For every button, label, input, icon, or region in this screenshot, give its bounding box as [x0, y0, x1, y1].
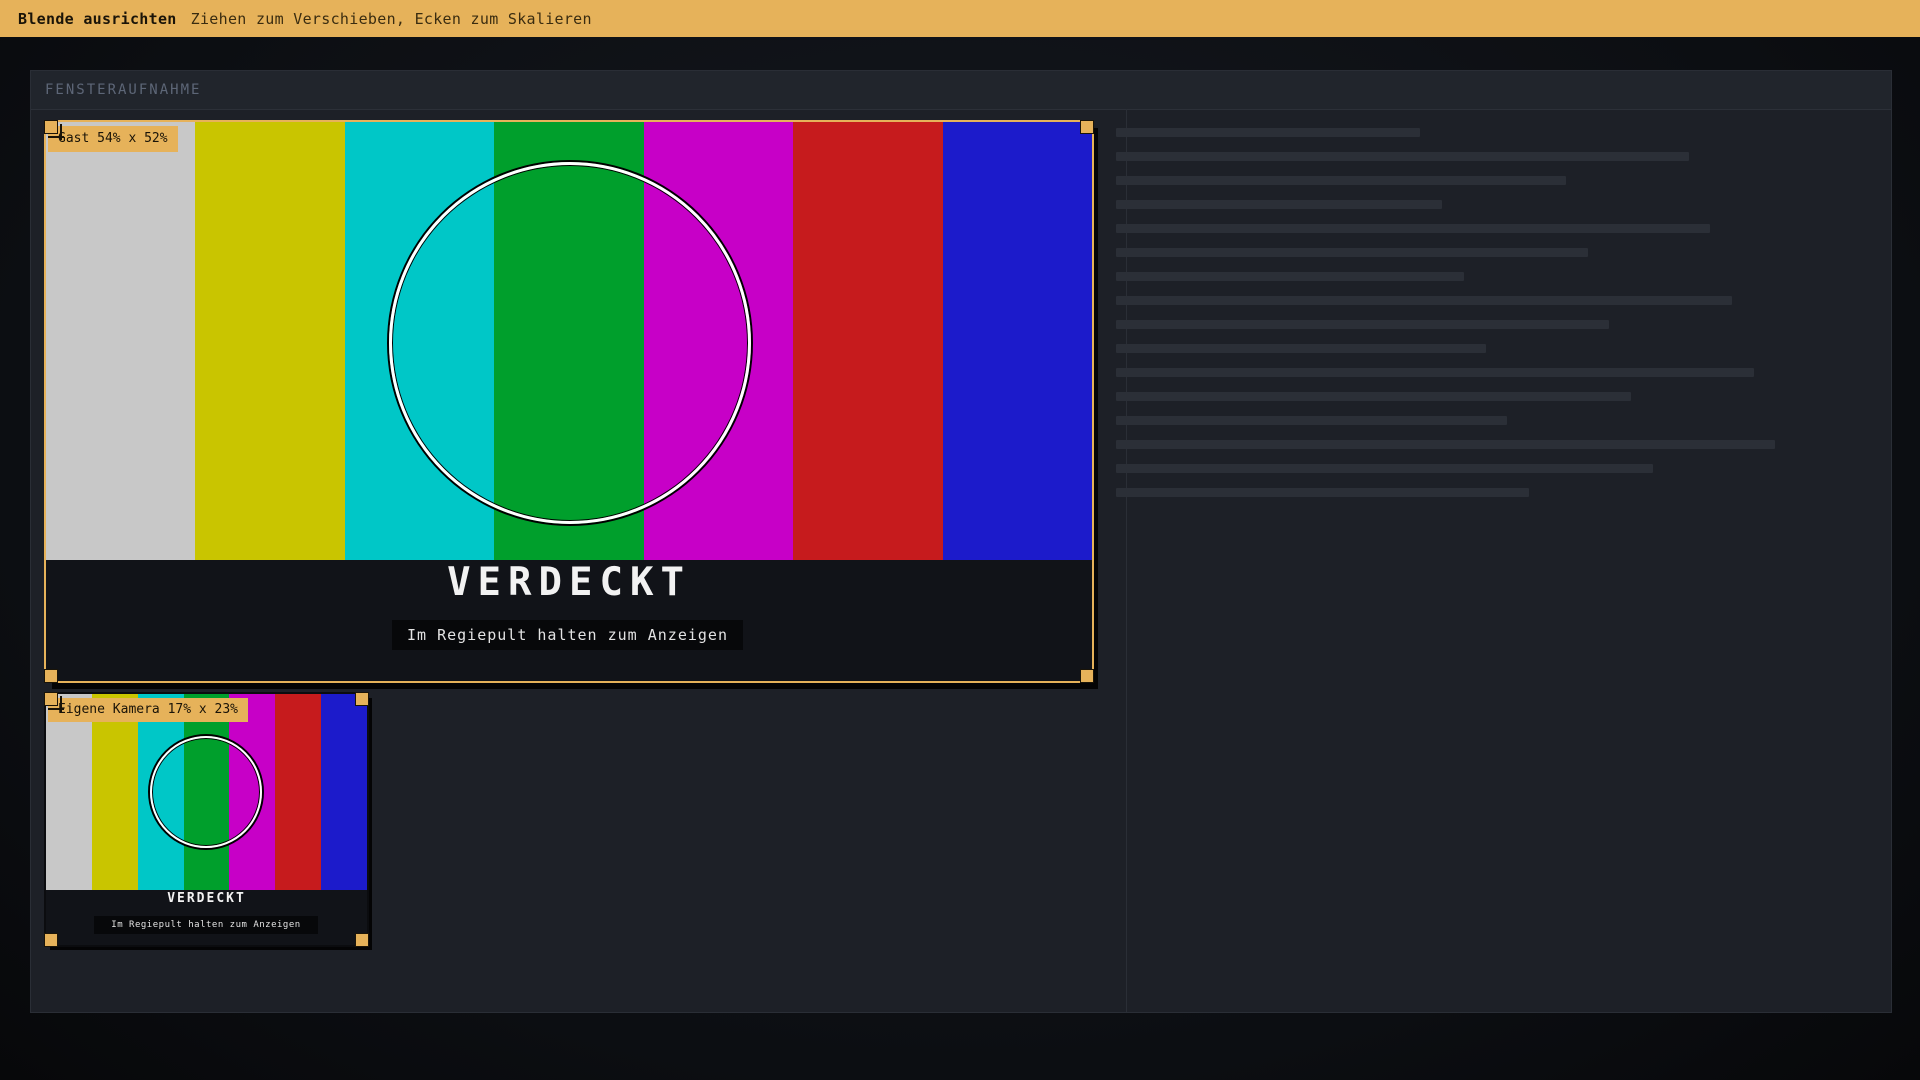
placeholder-line	[1116, 368, 1754, 377]
resize-handle-icon[interactable]	[355, 692, 369, 706]
resize-handle-icon[interactable]	[1080, 120, 1094, 134]
guest-cover: VERDECKT Im Regiepult halten zum Anzeige…	[46, 560, 1092, 681]
test-bar	[321, 694, 367, 890]
placeholder-line	[1116, 488, 1529, 497]
self-reveal-hint: Im Regiepult halten zum Anzeigen	[94, 916, 318, 934]
move-crosshair-icon[interactable]	[60, 696, 62, 712]
guest-size-label: Gast 54% x 52%	[48, 126, 178, 152]
placeholder-line	[1116, 224, 1710, 233]
placeholder-line	[1116, 320, 1609, 329]
placeholder-line	[1116, 272, 1464, 281]
guest-frame[interactable]: VERDECKT Im Regiepult halten zum Anzeige…	[44, 120, 1094, 683]
panel-divider	[1126, 109, 1127, 1012]
guest-covered-title: VERDECKT	[447, 560, 691, 605]
placeholder-line	[1116, 392, 1631, 401]
resize-handle-icon[interactable]	[44, 692, 58, 706]
guest-reveal-hint: Im Regiepult halten zum Anzeigen	[392, 620, 743, 650]
mode-title: Blende ausrichten	[18, 9, 177, 28]
placeholder-line	[1116, 464, 1653, 473]
resize-handle-icon[interactable]	[1080, 669, 1094, 683]
move-crosshair-icon[interactable]	[60, 124, 62, 140]
test-bar	[793, 122, 943, 560]
resize-handle-icon[interactable]	[44, 669, 58, 683]
mode-hint: Ziehen zum Verschieben, Ecken zum Skalie…	[190, 9, 592, 28]
test-bar	[275, 694, 322, 890]
resize-handle-icon[interactable]	[355, 933, 369, 947]
placeholder-line	[1116, 248, 1588, 257]
placeholder-line	[1116, 200, 1442, 209]
placeholder-line	[1116, 296, 1732, 305]
self-cover: VERDECKT Im Regiepult halten zum Anzeige…	[46, 890, 367, 945]
self-camera-frame[interactable]: VERDECKT Im Regiepult halten zum Anzeige…	[44, 692, 369, 947]
placeholder-line	[1116, 152, 1689, 161]
test-bar	[195, 122, 345, 560]
test-bar	[942, 122, 1092, 560]
self-covered-title: VERDECKT	[167, 891, 246, 906]
self-size-label: Eigene Kamera 17% x 23%	[48, 698, 249, 722]
resize-handle-icon[interactable]	[44, 933, 58, 947]
resize-handle-icon[interactable]	[44, 120, 58, 134]
placeholder-line	[1116, 416, 1507, 425]
instruction-bar: Blende ausrichten Ziehen zum Verschieben…	[0, 0, 1920, 37]
placeholder-line	[1116, 176, 1566, 185]
guest-test-circle	[389, 162, 751, 524]
test-bar	[46, 122, 196, 560]
placeholder-line	[1116, 344, 1486, 353]
test-bar	[46, 694, 92, 890]
self-test-circle	[150, 736, 262, 848]
placeholder-line	[1116, 440, 1775, 449]
test-bar	[91, 694, 138, 890]
panel-title: FENSTERAUFNAHME	[45, 82, 202, 98]
panel-header: FENSTERAUFNAHME	[31, 71, 1891, 110]
placeholder-line	[1116, 128, 1420, 137]
